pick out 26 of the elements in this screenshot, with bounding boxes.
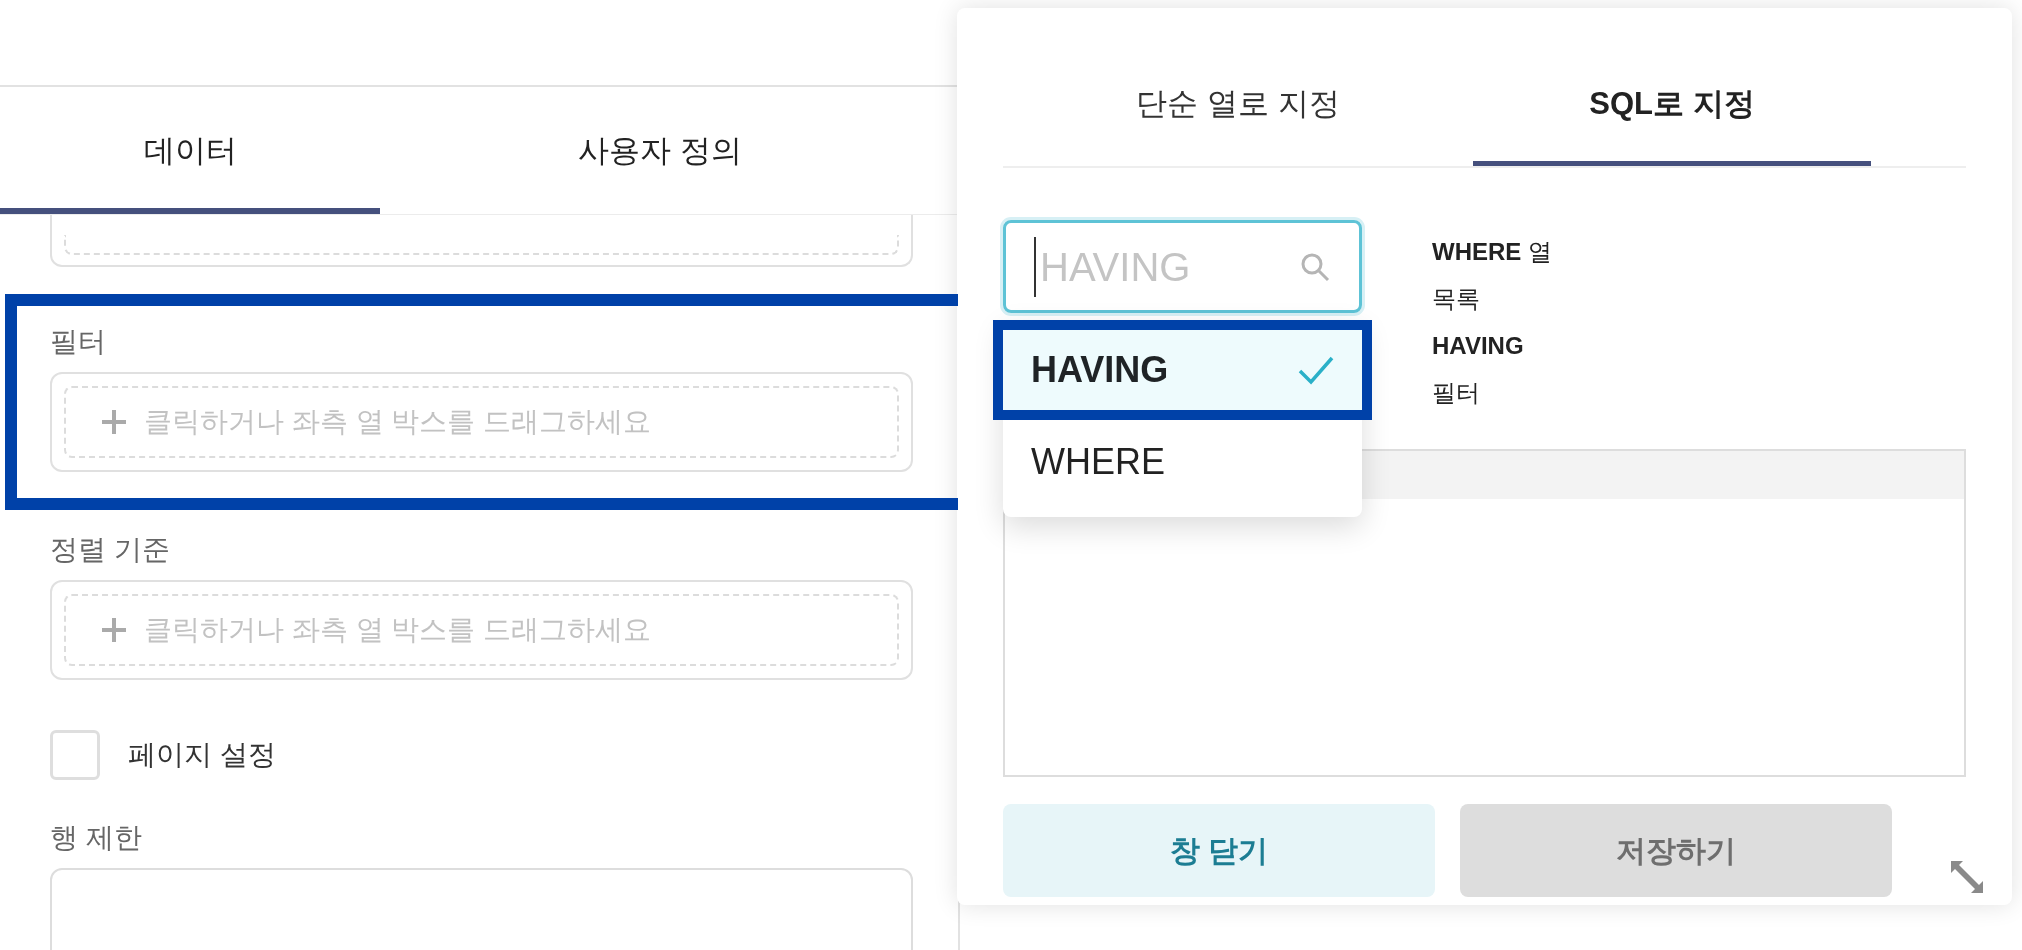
drop-zone[interactable] bbox=[50, 215, 913, 267]
help-text: 필터 bbox=[1432, 378, 1480, 408]
dropdown-option[interactable]: HAVING bbox=[1003, 330, 1362, 410]
plus-icon bbox=[100, 408, 128, 436]
tab[interactable]: 데이터 bbox=[0, 87, 380, 214]
expand-icon[interactable] bbox=[1949, 859, 1985, 895]
drop-hint: 클릭하거나 좌측 열 박스를 드래그하세요 bbox=[144, 405, 652, 439]
tab[interactable]: SQL로 지정 bbox=[1473, 8, 1871, 166]
field-label: 행 제한 bbox=[50, 821, 142, 855]
plus-icon bbox=[100, 616, 128, 644]
field-label: 필터 bbox=[50, 325, 106, 359]
search-field[interactable]: HAVING bbox=[1003, 220, 1362, 313]
close-button[interactable]: 창 닫기 bbox=[1003, 804, 1435, 897]
drop-hint: 클릭하거나 좌측 열 박스를 드래그하세요 bbox=[144, 613, 652, 647]
dropdown-option[interactable]: WHERE bbox=[1003, 422, 1362, 502]
search-input[interactable]: HAVING bbox=[1034, 236, 1299, 297]
help-text: HAVING bbox=[1432, 331, 1524, 361]
help-text: 목록 bbox=[1432, 284, 1480, 314]
checkbox-label: 페이지 설정 bbox=[128, 738, 276, 772]
checkbox[interactable] bbox=[50, 730, 100, 780]
tab[interactable]: 사용자 정의 bbox=[380, 87, 940, 214]
check-icon bbox=[1298, 355, 1334, 385]
help-text: WHERE 열 bbox=[1432, 237, 1552, 267]
field-label: 정렬 기준 bbox=[50, 533, 170, 567]
tab[interactable]: 단순 열로 지정 bbox=[1003, 8, 1473, 166]
input-field[interactable] bbox=[50, 868, 913, 950]
